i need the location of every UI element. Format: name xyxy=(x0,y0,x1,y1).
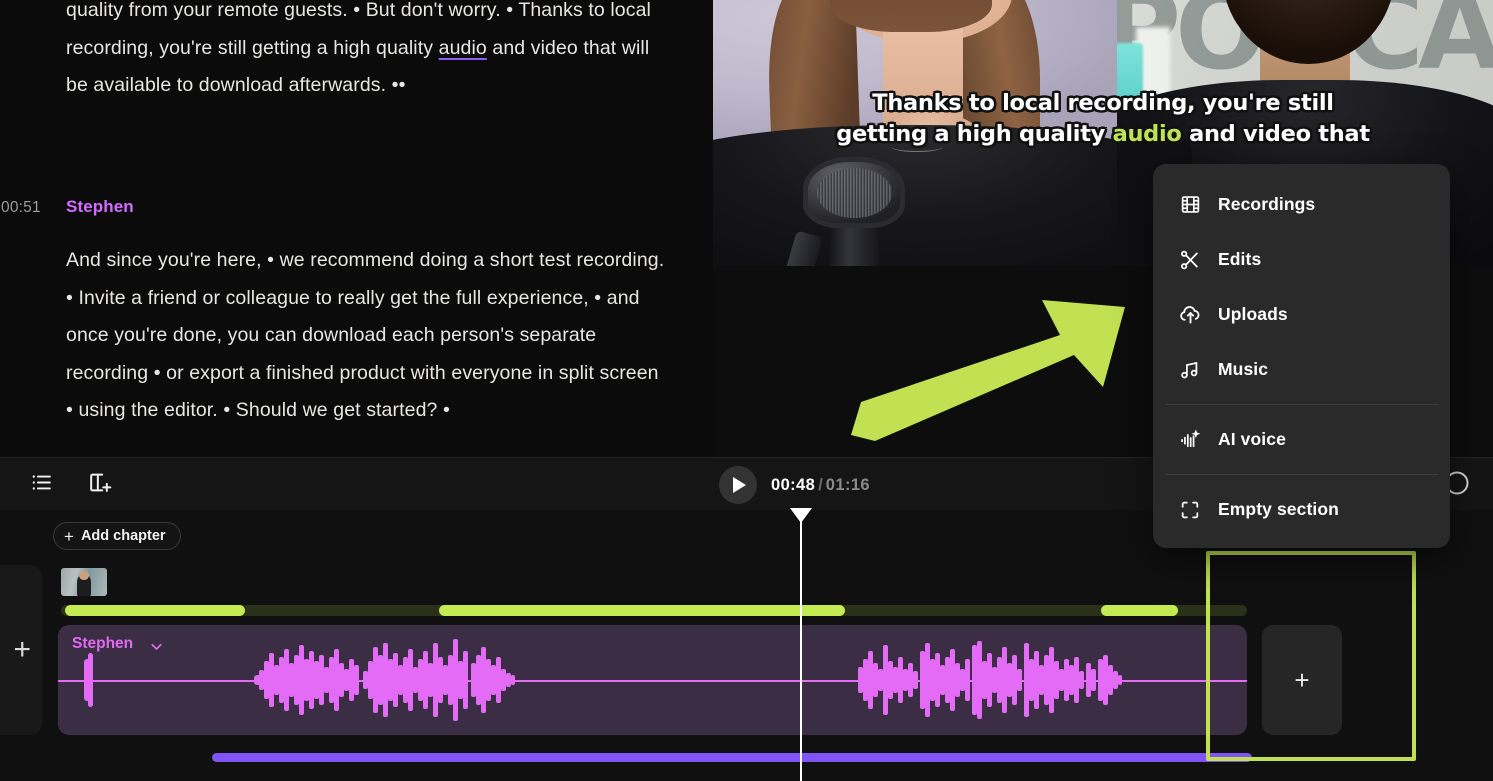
chevron-down-icon[interactable] xyxy=(148,638,165,660)
transcript-paragraph-1[interactable]: quality from your remote guests. • But d… xyxy=(66,0,666,105)
menu-item-empty-section-label: Empty section xyxy=(1218,499,1339,519)
transcript-speaker-row: 00:51 Stephen xyxy=(0,197,713,225)
transcript-paragraph-2[interactable]: And since you're here, • we recommend do… xyxy=(66,242,666,430)
cloud-upload-icon xyxy=(1177,302,1203,328)
add-section-dropdown-menu[interactable]: Recordings Edits Uploads Music AI voice … xyxy=(1153,164,1450,548)
transcript-fade-overlay xyxy=(0,431,713,457)
list-icon xyxy=(29,470,54,500)
transcript-speaker-name[interactable]: Stephen xyxy=(66,197,134,217)
film-icon xyxy=(1177,192,1203,218)
microphone-grille xyxy=(816,167,892,219)
empty-section-plus-icon: + xyxy=(1294,665,1310,695)
menu-item-music-label: Music xyxy=(1218,359,1269,379)
thumbnail-head xyxy=(79,570,89,581)
audio-clip-name[interactable]: Stephen xyxy=(72,635,133,653)
chapter-segment[interactable] xyxy=(64,605,245,616)
time-separator: / xyxy=(818,475,823,494)
add-empty-section-button[interactable]: + xyxy=(1262,625,1342,735)
player-controls: 00:48/01:16 xyxy=(719,466,870,504)
playhead-line xyxy=(800,508,802,781)
menu-divider-1 xyxy=(1165,404,1438,405)
podcast-editor-app: quality from your remote guests. • But d… xyxy=(0,0,1493,781)
menu-item-recordings-label: Recordings xyxy=(1218,194,1316,214)
green-arrow-annotation xyxy=(845,283,1135,443)
waveform-icon xyxy=(84,639,1122,721)
playhead-handle[interactable] xyxy=(790,508,812,523)
transcript-timestamp[interactable]: 00:51 xyxy=(1,199,41,217)
current-time: 00:48 xyxy=(771,475,816,494)
play-icon xyxy=(733,477,746,493)
total-time: 01:16 xyxy=(825,475,870,494)
empty-frame-icon xyxy=(1177,497,1203,523)
menu-item-recordings[interactable]: Recordings xyxy=(1153,177,1450,232)
timeline-panel[interactable]: + Add chapter + Stephen + xyxy=(0,510,1493,781)
menu-item-uploads-label: Uploads xyxy=(1218,304,1288,324)
ai-voice-icon xyxy=(1177,427,1203,453)
add-chapter-plus-icon: + xyxy=(64,526,74,546)
video-tile-participant-a xyxy=(713,0,1117,266)
add-panel-button[interactable] xyxy=(82,468,116,502)
add-panel-icon xyxy=(87,470,112,500)
video-clip-thumbnail[interactable] xyxy=(61,568,107,596)
menu-item-edits[interactable]: Edits xyxy=(1153,232,1450,287)
music-note-icon xyxy=(1177,357,1203,383)
participant-a-microphone xyxy=(782,156,915,266)
chapter-progress-track[interactable] xyxy=(61,605,1247,616)
menu-item-ai-voice[interactable]: AI voice xyxy=(1153,412,1450,467)
add-track-rail[interactable]: + xyxy=(0,565,42,735)
menu-item-edits-label: Edits xyxy=(1218,249,1262,269)
menu-item-music[interactable]: Music xyxy=(1153,342,1450,397)
list-view-button[interactable] xyxy=(24,468,58,502)
toolbar-left-group xyxy=(24,468,116,502)
menu-divider-2 xyxy=(1165,474,1438,475)
menu-item-empty-section[interactable]: Empty section xyxy=(1153,482,1450,537)
menu-item-uploads[interactable]: Uploads xyxy=(1153,287,1450,342)
timeline-scrollbar[interactable] xyxy=(212,753,1252,762)
participant-a-necklace xyxy=(890,141,944,152)
time-display: 00:48/01:16 xyxy=(771,476,870,495)
chapter-segment[interactable] xyxy=(1101,605,1179,616)
add-chapter-label: Add chapter xyxy=(80,528,166,544)
rail-plus-icon: + xyxy=(13,633,31,666)
transcript-audio-link[interactable]: audio xyxy=(439,37,487,59)
add-chapter-button[interactable]: + Add chapter xyxy=(53,522,181,550)
audio-track-clip[interactable]: Stephen xyxy=(58,625,1247,735)
scissors-icon xyxy=(1177,247,1203,273)
arrow-icon xyxy=(851,300,1125,441)
transcript-panel[interactable]: quality from your remote guests. • But d… xyxy=(0,0,713,457)
chapter-segment[interactable] xyxy=(439,605,845,616)
track-area: + Stephen + xyxy=(0,558,1493,781)
play-button[interactable] xyxy=(719,466,757,504)
menu-item-ai-voice-label: AI voice xyxy=(1218,429,1286,449)
